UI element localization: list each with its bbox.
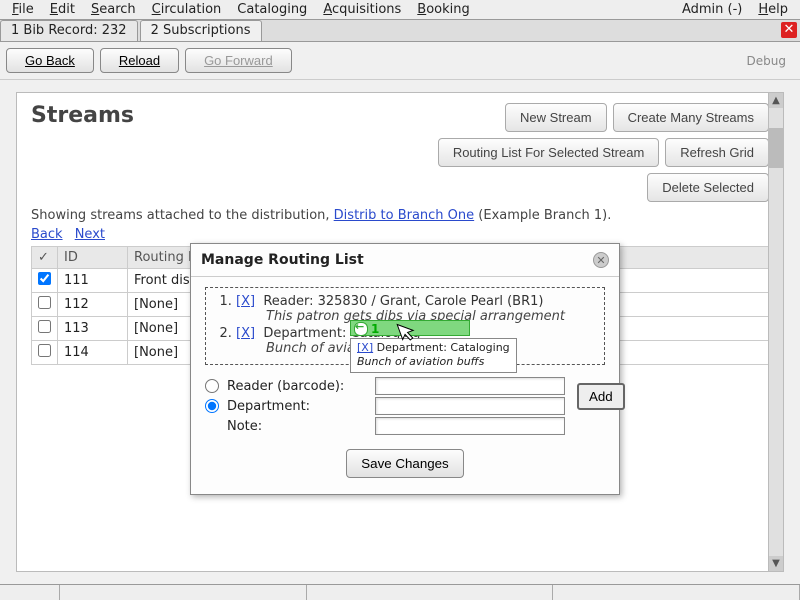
save-changes-button[interactable]: Save Changes bbox=[346, 449, 463, 478]
action-buttons: New Stream Create Many Streams Routing L… bbox=[438, 103, 769, 202]
navbar: Go Back Reload Go Forward Debug bbox=[0, 42, 800, 80]
row-checkbox[interactable] bbox=[38, 344, 51, 357]
go-forward-button: Go Forward bbox=[185, 48, 292, 73]
new-stream-button[interactable]: New Stream bbox=[505, 103, 607, 132]
menu-edit[interactable]: Edit bbox=[42, 1, 83, 18]
go-back-button[interactable]: Go Back bbox=[6, 48, 94, 73]
row-checkbox[interactable] bbox=[38, 296, 51, 309]
grid-pager: Back Next bbox=[31, 227, 769, 242]
row-checkbox[interactable] bbox=[38, 272, 51, 285]
tab-subscriptions[interactable]: 2 Subscriptions bbox=[140, 20, 262, 41]
note-label: Note: bbox=[227, 419, 367, 434]
menu-cataloging[interactable]: Cataloging bbox=[229, 1, 315, 18]
remove-item-link[interactable]: [X] bbox=[236, 326, 255, 341]
add-button[interactable]: Add bbox=[577, 383, 625, 410]
showing-text: Showing streams attached to the distribu… bbox=[31, 208, 769, 223]
menu-search[interactable]: Search bbox=[83, 1, 144, 18]
menubar-left: File Edit Search Circulation Cataloging … bbox=[4, 1, 478, 18]
menubar-right: Admin (-) Help bbox=[674, 1, 796, 18]
routing-list-button[interactable]: Routing List For Selected Stream bbox=[438, 138, 659, 167]
delete-selected-button[interactable]: Delete Selected bbox=[647, 173, 769, 202]
menubar: File Edit Search Circulation Cataloging … bbox=[0, 0, 800, 20]
remove-item-link[interactable]: [X] bbox=[236, 294, 255, 309]
dialog-titlebar: Manage Routing List ✕ bbox=[191, 244, 619, 277]
tabbar: 1 Bib Record: 232 2 Subscriptions ✕ bbox=[0, 20, 800, 42]
dialog-title: Manage Routing List bbox=[201, 252, 364, 268]
routing-list-box: [X] Reader: 325830 / Grant, Carole Pearl… bbox=[205, 287, 605, 365]
menu-acquisitions[interactable]: Acquisitions bbox=[315, 1, 409, 18]
menu-file[interactable]: File bbox=[4, 1, 42, 18]
menu-help[interactable]: Help bbox=[750, 1, 796, 18]
scroll-down-icon[interactable]: ▼ bbox=[769, 556, 783, 571]
vertical-scrollbar[interactable]: ▲ ▼ bbox=[768, 93, 783, 571]
department-input[interactable] bbox=[375, 397, 565, 415]
department-label: Department: bbox=[227, 399, 367, 414]
close-tab-button[interactable]: ✕ bbox=[781, 22, 797, 38]
manage-routing-list-dialog: Manage Routing List ✕ [X] Reader: 325830… bbox=[190, 243, 620, 495]
menu-circulation[interactable]: Circulation bbox=[144, 1, 230, 18]
routing-item[interactable]: [X] Department: Cataloging Bunch of avia… bbox=[236, 326, 594, 356]
row-checkbox[interactable] bbox=[38, 320, 51, 333]
note-input[interactable] bbox=[375, 417, 565, 435]
back-link[interactable]: Back bbox=[31, 227, 63, 242]
next-link[interactable]: Next bbox=[75, 227, 105, 242]
routing-item[interactable]: [X] Reader: 325830 / Grant, Carole Pearl… bbox=[236, 294, 594, 324]
reader-label: Reader (barcode): bbox=[227, 379, 367, 394]
col-check: ✓ bbox=[32, 247, 58, 269]
status-bar bbox=[0, 584, 800, 600]
debug-link[interactable]: Debug bbox=[747, 54, 794, 68]
scroll-up-icon[interactable]: ▲ bbox=[769, 93, 783, 108]
refresh-grid-button[interactable]: Refresh Grid bbox=[665, 138, 769, 167]
menu-admin[interactable]: Admin (-) bbox=[674, 1, 750, 18]
menu-booking[interactable]: Booking bbox=[409, 1, 477, 18]
reader-radio[interactable] bbox=[205, 379, 219, 393]
reader-barcode-input[interactable] bbox=[375, 377, 565, 395]
dialog-close-button[interactable]: ✕ bbox=[593, 252, 609, 268]
department-radio[interactable] bbox=[205, 399, 219, 413]
reload-button[interactable]: Reload bbox=[100, 48, 179, 73]
create-many-streams-button[interactable]: Create Many Streams bbox=[613, 103, 769, 132]
scroll-thumb[interactable] bbox=[769, 128, 783, 168]
col-id: ID bbox=[58, 247, 128, 269]
distribution-link[interactable]: Distrib to Branch One bbox=[334, 208, 474, 223]
tab-bib-record[interactable]: 1 Bib Record: 232 bbox=[0, 20, 138, 41]
